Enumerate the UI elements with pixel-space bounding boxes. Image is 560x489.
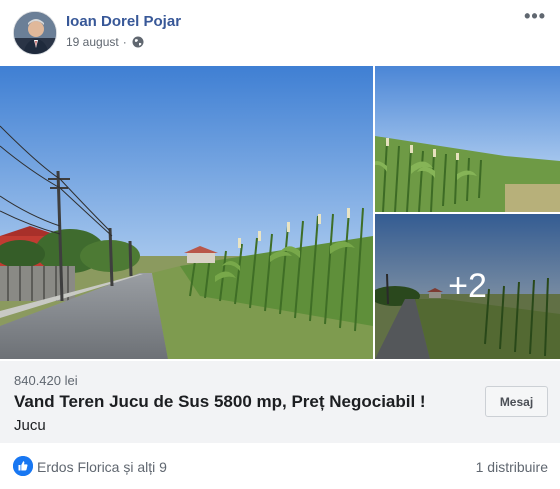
like-icon[interactable] — [13, 456, 33, 476]
marketplace-listing[interactable]: 840.420 lei Vand Teren Jucu de Sus 5800 … — [0, 361, 560, 443]
listing-price: 840.420 lei — [14, 373, 78, 388]
photo-grid: +2 — [0, 66, 560, 359]
post-date[interactable]: 19 august — [66, 35, 119, 49]
meta-separator: · — [122, 35, 127, 49]
author-name[interactable]: Ioan Dorel Pojar — [66, 13, 181, 30]
author-avatar[interactable] — [13, 11, 57, 55]
post-footer: Erdos Florica și alți 9 1 distribuire — [0, 443, 560, 489]
listing-location: Jucu — [14, 417, 46, 434]
reactions-summary[interactable]: Erdos Florica și alți 9 — [37, 459, 167, 475]
listing-title[interactable]: Vand Teren Jucu de Sus 5800 mp, Preț Neg… — [14, 392, 426, 412]
photo-main[interactable] — [0, 66, 373, 359]
shares-count[interactable]: 1 distribuire — [476, 459, 548, 475]
message-button[interactable]: Mesaj — [485, 386, 548, 417]
more-options-icon[interactable]: ••• — [524, 6, 546, 27]
globe-icon[interactable] — [132, 36, 144, 48]
post-meta: 19 august · — [66, 35, 144, 49]
photo-bottom-right[interactable]: +2 — [375, 214, 560, 359]
photo-top-right[interactable] — [375, 66, 560, 212]
post-header: Ioan Dorel Pojar 19 august · ••• — [0, 0, 560, 66]
more-photos-overlay[interactable]: +2 — [375, 214, 560, 359]
